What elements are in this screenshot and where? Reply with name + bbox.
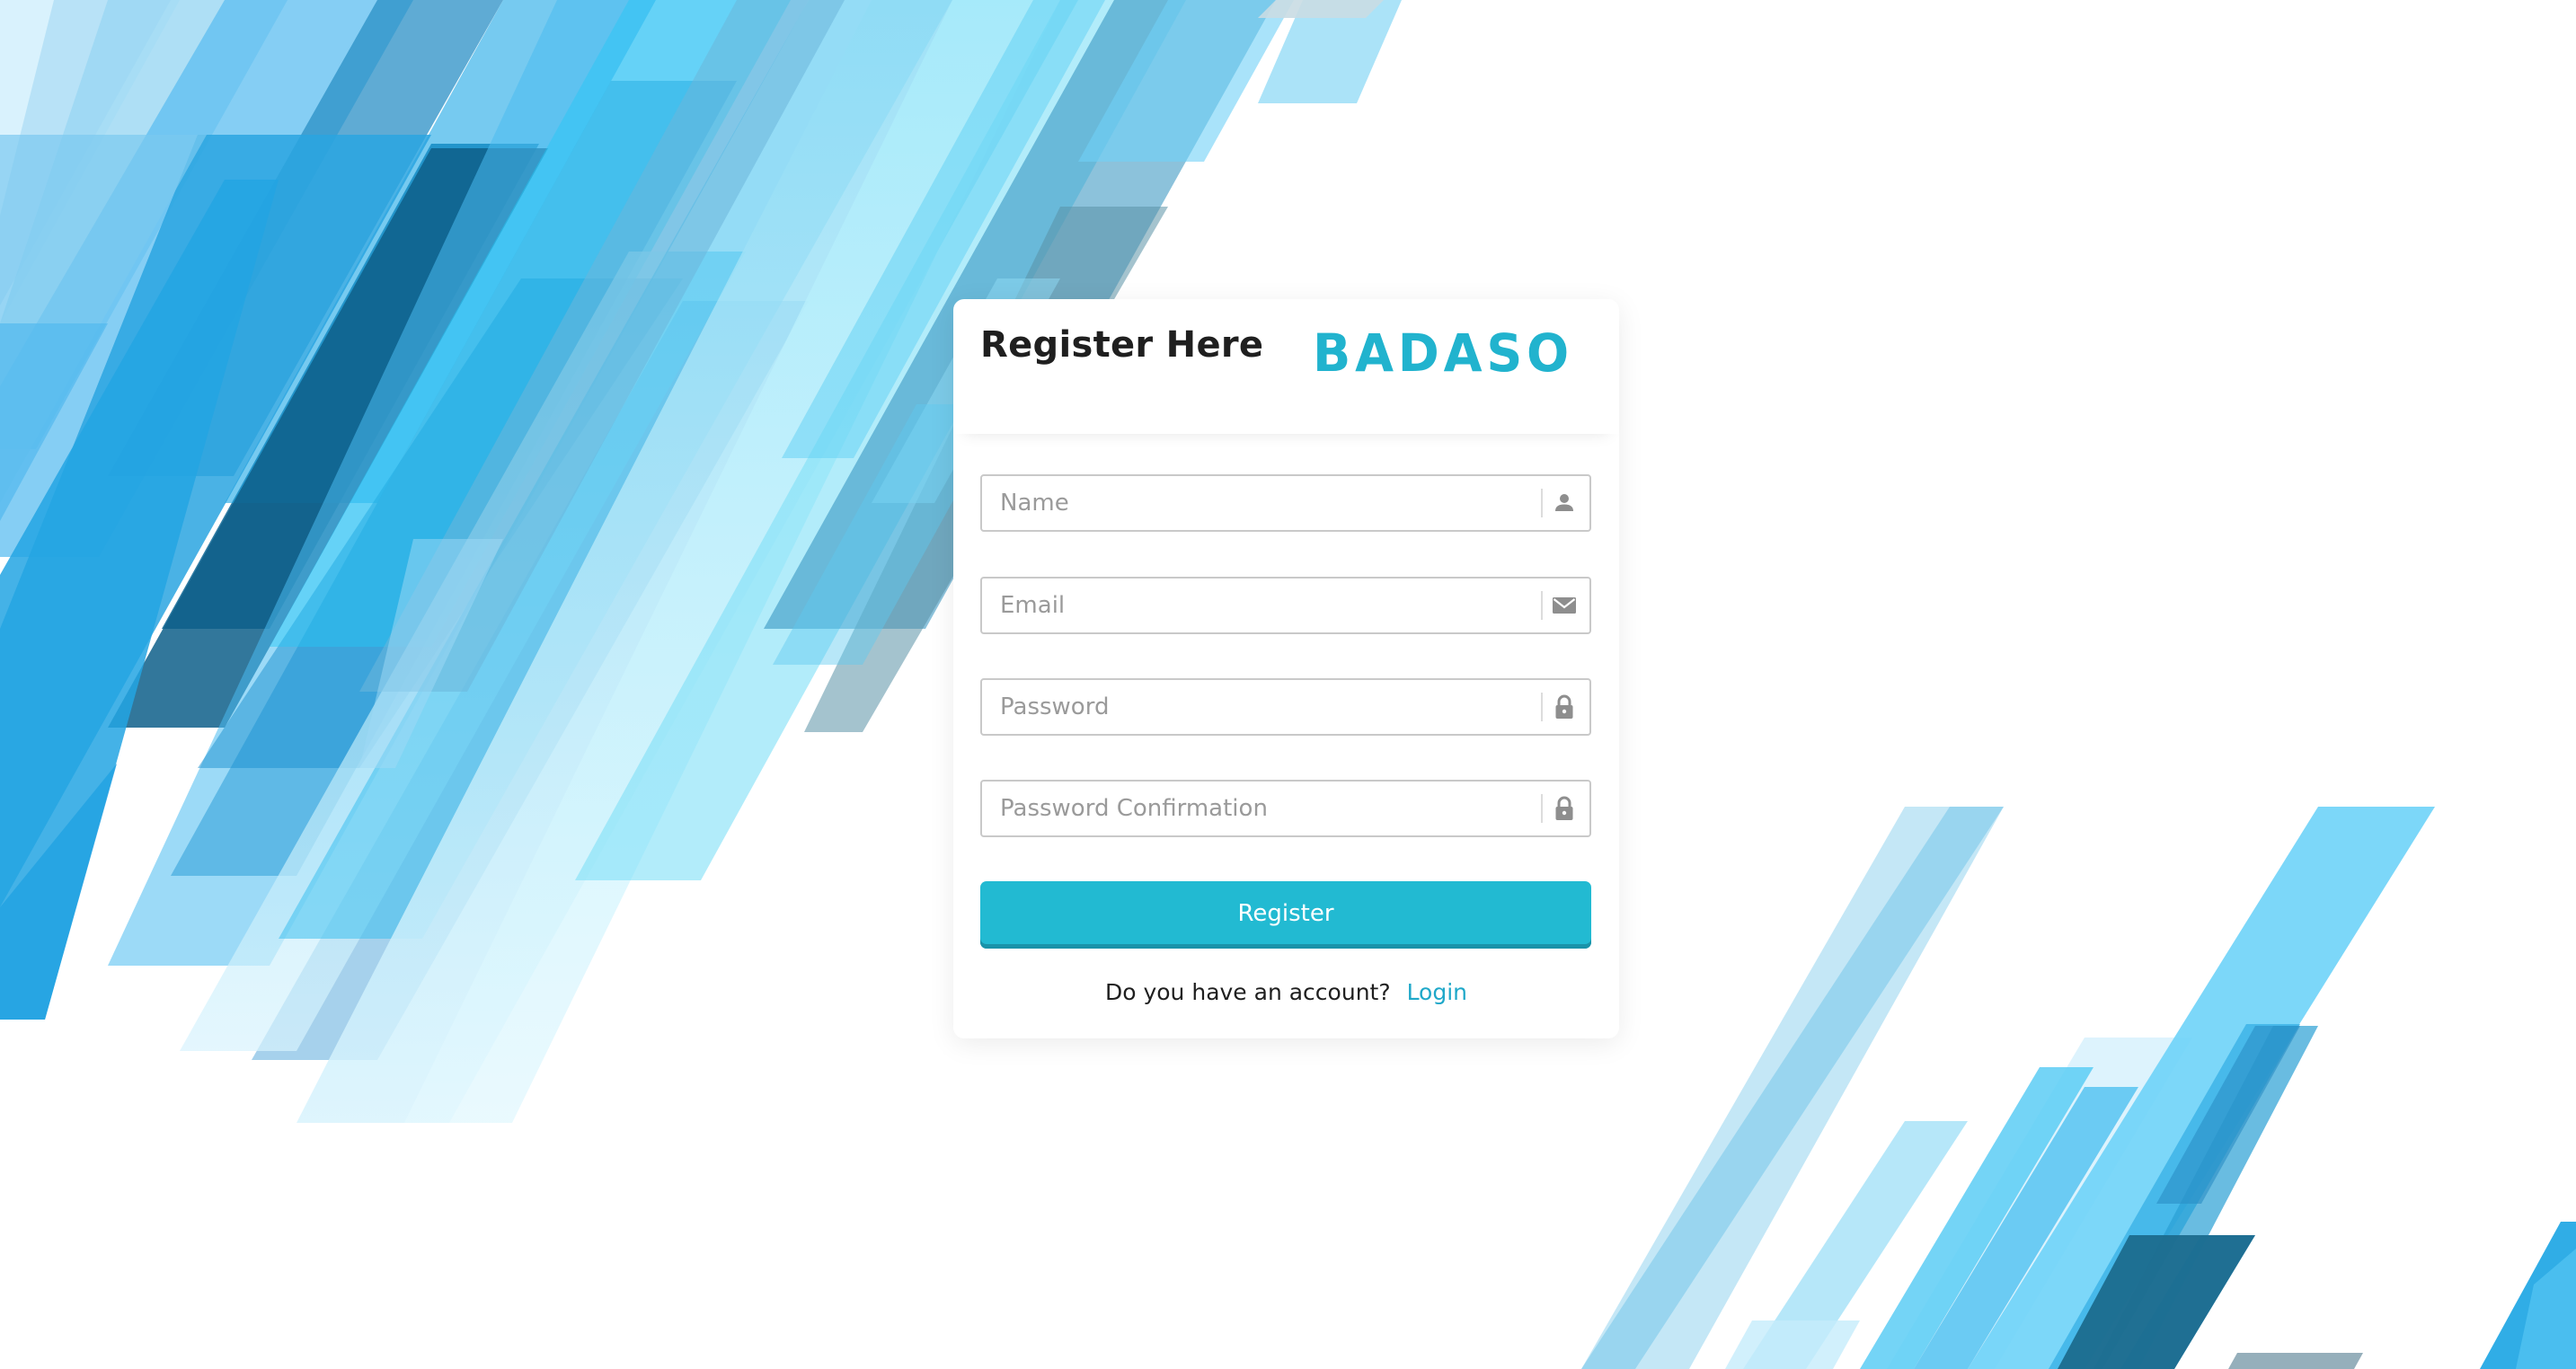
password-input[interactable] [982,680,1521,734]
svg-text:BADASO: BADASO [1313,324,1573,378]
password-confirmation-input[interactable] [982,782,1521,835]
login-prompt: Do you have an account? Login [953,979,1619,1005]
register-button[interactable]: Register [980,881,1591,949]
register-button-label: Register [1237,899,1334,927]
name-input[interactable] [982,476,1521,530]
login-link[interactable]: Login [1407,979,1467,1005]
name-field [980,474,1591,532]
badaso-logo: BADASO [1313,324,1573,378]
field-divider [1541,489,1543,517]
envelope-icon [1553,597,1576,614]
field-divider [1541,591,1543,620]
account-question: Do you have an account? [1104,979,1391,1005]
lock-icon [1555,796,1573,820]
field-divider [1541,693,1543,721]
person-icon [1555,494,1573,511]
lock-icon [1555,694,1573,719]
email-field [980,577,1591,634]
register-card: Register Here BADASO Name Email Register… [953,299,1619,1038]
page-title: Register Here [980,324,1264,366]
email-input[interactable] [982,579,1521,632]
password-confirmation-field [980,780,1591,837]
card-header: Register Here BADASO [953,299,1619,434]
field-divider [1541,794,1543,823]
password-field [980,678,1591,736]
